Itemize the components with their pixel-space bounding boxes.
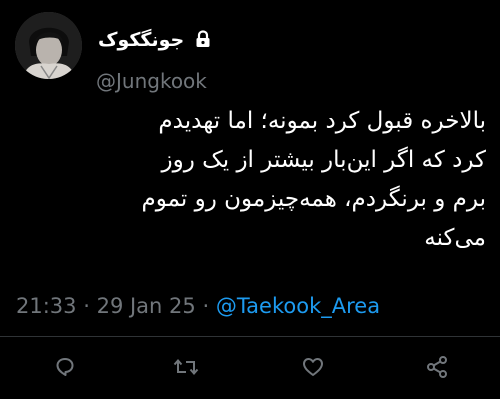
tweet-text: بالاخره قبول کرد بمونه؛ اما تهدیدم کرد ک… (14, 102, 486, 258)
avatar[interactable] (15, 12, 82, 79)
retweet-button[interactable] (171, 352, 201, 382)
tweet-line: بالاخره قبول کرد بمونه؛ اما تهدیدم (158, 108, 486, 134)
meta-separator: · (83, 294, 90, 318)
divider (0, 336, 500, 337)
source-link[interactable]: @Taekook_Area (216, 294, 380, 318)
tweet-date[interactable]: 29 Jan 25 (97, 294, 196, 318)
share-button[interactable] (422, 352, 452, 382)
share-icon (427, 356, 447, 378)
retweet-icon (173, 358, 199, 376)
tweet-time[interactable]: 21:33 (16, 294, 77, 318)
action-bar (0, 352, 500, 388)
meta-separator: · (202, 294, 210, 318)
lock-icon (193, 29, 213, 49)
tweet-meta: 21:33 · 29 Jan 25 · @Taekook_Area (16, 292, 380, 320)
tweet-line: برم و برنگردم، همه‌چیزمون رو تموم (141, 186, 486, 212)
reply-icon (56, 358, 74, 376)
tweet: جونگکوک @Jungkook بالاخره قبول کرد بمونه… (0, 0, 500, 399)
like-icon (303, 358, 323, 376)
display-name[interactable]: جونگکوک (98, 28, 184, 52)
tweet-line: کرد که اگر این‌بار بیشتر از یک روز (161, 147, 486, 173)
like-button[interactable] (298, 352, 328, 382)
avatar-image (15, 12, 82, 79)
reply-button[interactable] (50, 352, 80, 382)
handle[interactable]: @Jungkook (96, 68, 207, 94)
tweet-line: می‌کنه (424, 225, 486, 251)
